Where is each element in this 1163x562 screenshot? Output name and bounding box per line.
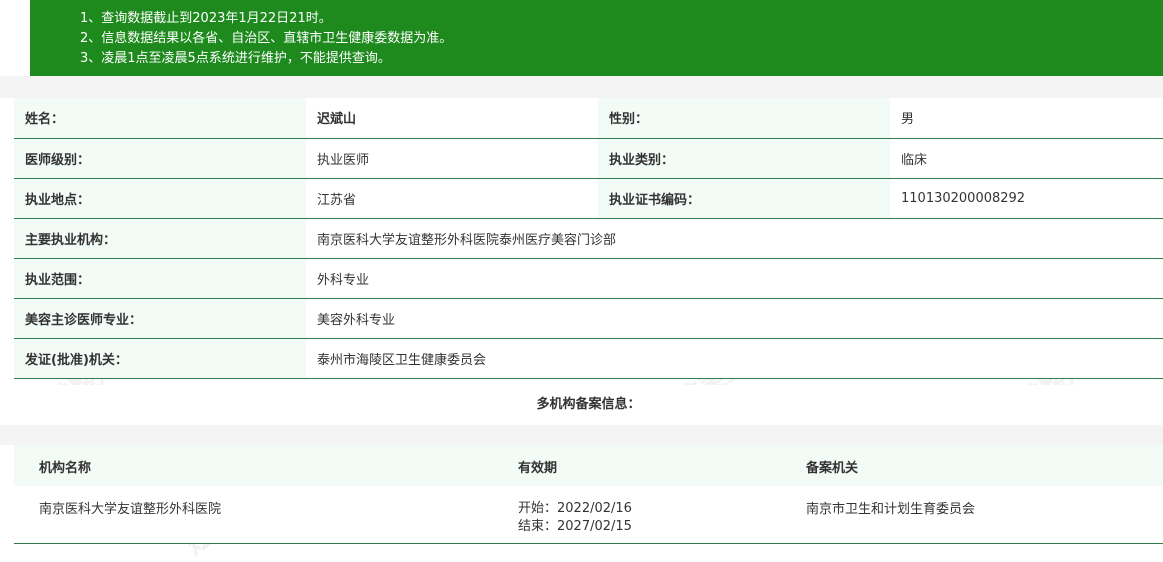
multi-org-header: 机构名称 有效期 备案机关 xyxy=(14,445,1163,487)
org-value: 南京医科大学友谊整形外科医院泰州医疗美容门诊部 xyxy=(306,218,1163,259)
gender-label: 性别： xyxy=(598,98,890,139)
scope-value: 外科专业 xyxy=(306,258,1163,299)
notice-line: 3、凌晨1点至凌晨5点系统进行维护，不能提供查询。 xyxy=(80,51,391,66)
table-row: 发证(批准)机关： 泰州市海陵区卫生健康委员会 xyxy=(14,338,1163,379)
name-value: 迟斌山 xyxy=(306,98,598,139)
name-label: 姓名： xyxy=(14,98,306,139)
table-row: 医师级别： 执业医师 执业类别： 临床 xyxy=(14,138,1163,179)
org-label: 主要执业机构： xyxy=(14,218,306,259)
beauty-label: 美容主诊医师专业： xyxy=(14,298,306,339)
category-value: 临床 xyxy=(890,138,1163,179)
table-row: 姓名： 迟斌山 性别： 男 xyxy=(14,98,1163,139)
location-label: 执业地点： xyxy=(14,178,306,219)
row-authority: 南京市卫生和计划生育委员会 xyxy=(806,502,976,517)
gender-value: 男 xyxy=(890,98,1163,139)
category-label: 执业类别： xyxy=(598,138,890,179)
row-org-name: 南京医科大学友谊整形外科医院 xyxy=(39,502,222,517)
issuer-value: 泰州市海陵区卫生健康委员会 xyxy=(306,338,1163,379)
header-validity: 有效期 xyxy=(518,461,558,476)
notice-line: 1、查询数据截止到2023年1月22日21时。 xyxy=(80,11,332,26)
multi-org-title: 多机构备案信息： xyxy=(14,385,1163,426)
notice-line: 2、信息数据结果以各省、自治区、直辖市卫生健康委数据为准。 xyxy=(80,31,453,46)
header-authority: 备案机关 xyxy=(806,461,859,476)
cert-label: 执业证书编码： xyxy=(598,178,890,219)
spacer xyxy=(0,425,1163,445)
row-validity-end: 结束：2027/02/15 xyxy=(518,519,632,534)
header-org-name: 机构名称 xyxy=(39,461,92,476)
scope-label: 执业范围： xyxy=(14,258,306,299)
table-row: 美容主诊医师专业： 美容外科专业 xyxy=(14,298,1163,339)
level-value: 执业医师 xyxy=(306,138,598,179)
table-row: 主要执业机构： 南京医科大学友谊整形外科医院泰州医疗美容门诊部 xyxy=(14,218,1163,259)
table-row: 执业范围： 外科专业 xyxy=(14,258,1163,299)
beauty-value: 美容外科专业 xyxy=(306,298,1163,339)
table-row: 南京医科大学友谊整形外科医院 开始：2022/02/16 结束：2027/02/… xyxy=(14,486,1163,544)
row-validity-start: 开始：2022/02/16 xyxy=(518,501,632,516)
notice-banner: 1、查询数据截止到2023年1月22日21时。 2、信息数据结果以各省、自治区、… xyxy=(30,0,1163,76)
table-row: 执业地点： 江苏省 执业证书编码： 110130200008292 xyxy=(14,178,1163,219)
level-label: 医师级别： xyxy=(14,138,306,179)
cert-value: 110130200008292 xyxy=(890,178,1163,219)
spacer xyxy=(0,76,1163,98)
doctor-info-table: 姓名： 迟斌山 性别： 男 医师级别： 执业医师 执业类别： 临床 执业地点： … xyxy=(14,98,1163,379)
issuer-label: 发证(批准)机关： xyxy=(14,338,306,379)
location-value: 江苏省 xyxy=(306,178,598,219)
